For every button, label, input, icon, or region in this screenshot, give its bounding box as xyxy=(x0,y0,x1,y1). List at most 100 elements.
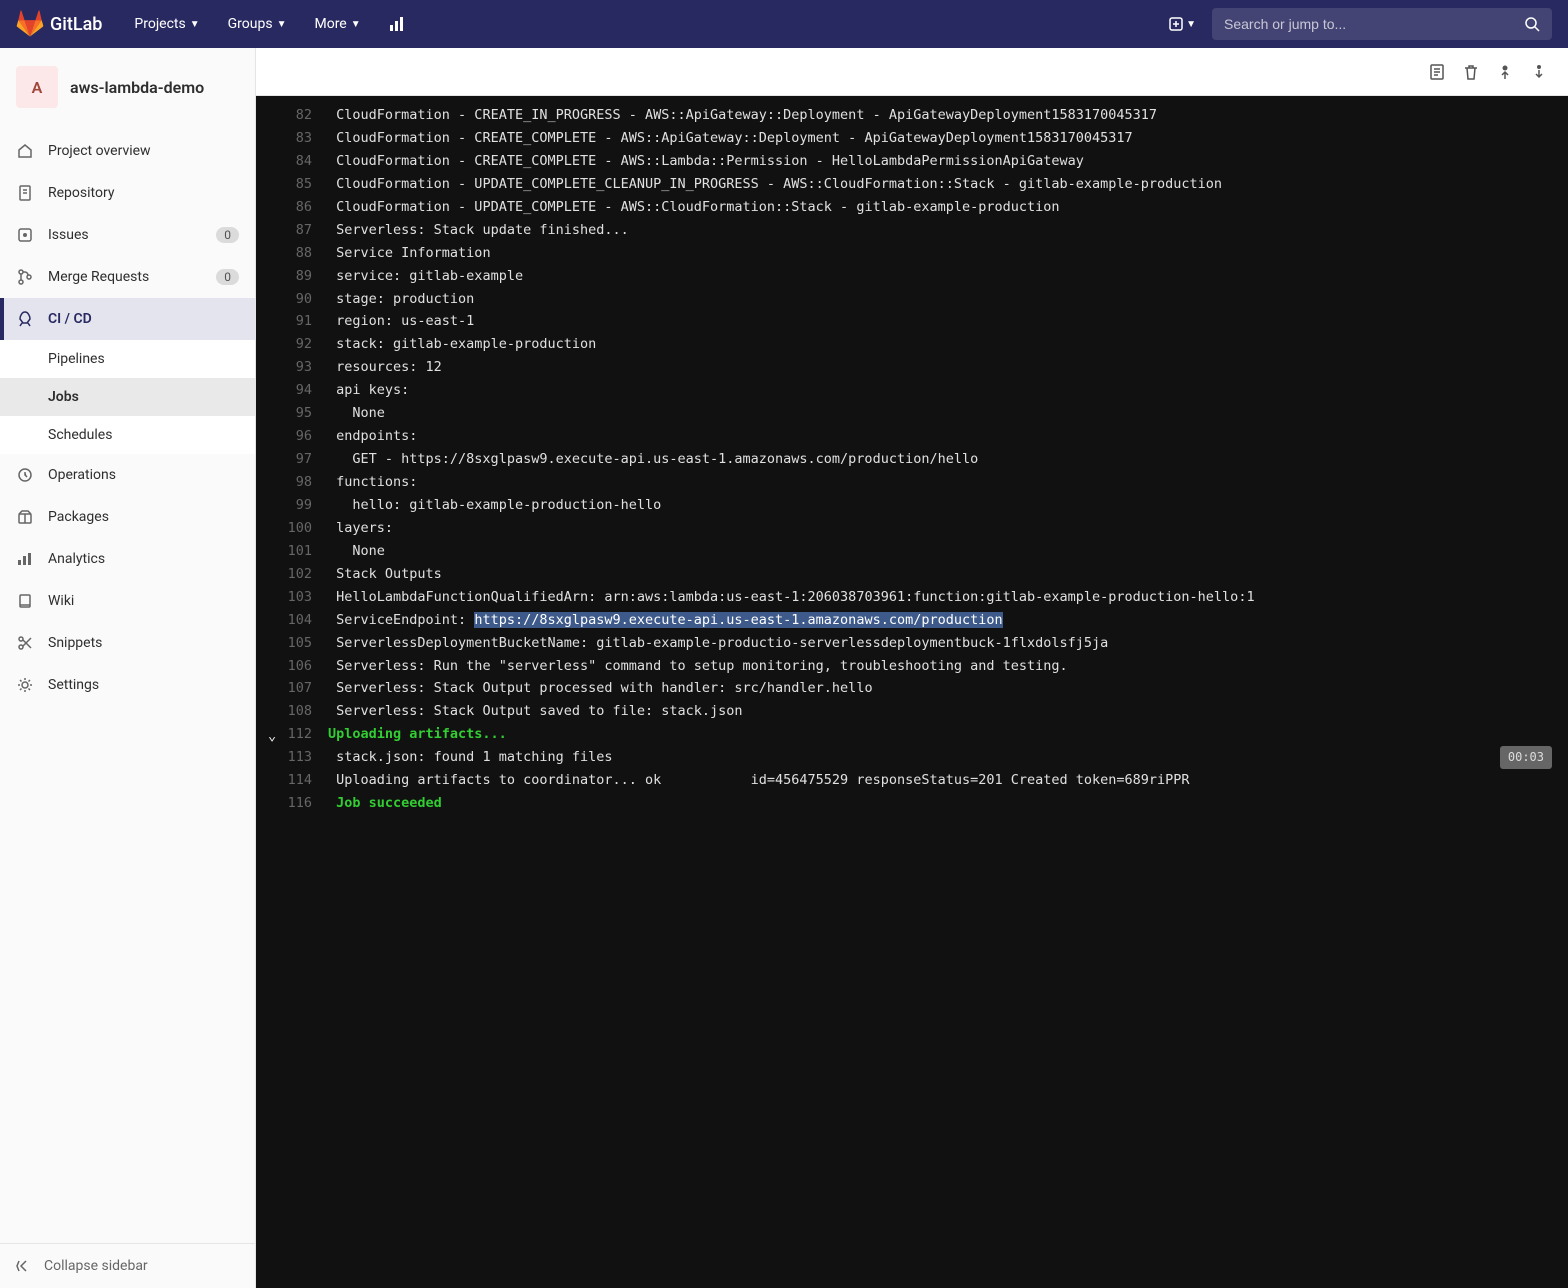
issues-icon xyxy=(16,226,34,244)
line-text: Service Information xyxy=(328,242,1552,265)
sidebar-item-analytics[interactable]: Analytics xyxy=(0,538,255,580)
line-text: CloudFormation - CREATE_COMPLETE - AWS::… xyxy=(328,127,1552,150)
submenu-item-jobs[interactable]: Jobs xyxy=(0,378,255,416)
book-icon xyxy=(16,592,34,610)
console-line: 88 Service Information xyxy=(256,242,1568,265)
line-text: resources: 12 xyxy=(328,356,1552,379)
raw-log-button[interactable] xyxy=(1428,63,1446,81)
line-number: 91 xyxy=(272,310,328,333)
line-number: 85 xyxy=(272,173,328,196)
line-number: 86 xyxy=(272,196,328,219)
line-text: stage: production xyxy=(328,288,1552,311)
submenu-item-pipelines[interactable]: Pipelines xyxy=(0,340,255,378)
nav-activity[interactable] xyxy=(377,8,417,40)
sidebar-item-settings[interactable]: Settings xyxy=(0,664,255,706)
console-line: 107 Serverless: Stack Output processed w… xyxy=(256,677,1568,700)
console-line: 86 CloudFormation - UPDATE_COMPLETE - AW… xyxy=(256,196,1568,219)
search-box[interactable] xyxy=(1212,8,1552,40)
new-menu-button[interactable]: ▼ xyxy=(1160,10,1204,38)
sidebar-item-repository[interactable]: Repository xyxy=(0,172,255,214)
line-number: 87 xyxy=(272,219,328,242)
highlighted-text: https://8sxglpasw9.execute-api.us-east-1… xyxy=(474,612,1002,628)
submenu-item-schedules[interactable]: Schedules xyxy=(0,416,255,454)
nav-groups[interactable]: Groups▼ xyxy=(216,8,299,40)
line-text: Serverless: Stack Output processed with … xyxy=(328,677,1552,700)
sidebar-item-label: Analytics xyxy=(48,551,239,567)
console-line: 100 layers: xyxy=(256,517,1568,540)
sidebar-item-label: Project overview xyxy=(48,143,239,159)
sidebar-item-merge-requests[interactable]: Merge Requests 0 xyxy=(0,256,255,298)
console-line: 98 functions: xyxy=(256,471,1568,494)
sidebar-item-label: Repository xyxy=(48,185,239,201)
line-number: 116 xyxy=(272,792,328,815)
chart-icon xyxy=(16,550,34,568)
job-console[interactable]: 82 CloudFormation - CREATE_IN_PROGRESS -… xyxy=(256,96,1568,1288)
line-number: 89 xyxy=(272,265,328,288)
line-text: stack: gitlab-example-production xyxy=(328,333,1552,356)
sidebar-item-packages[interactable]: Packages xyxy=(0,496,255,538)
console-line: 93 resources: 12 xyxy=(256,356,1568,379)
sidebar-item-ci-cd[interactable]: CI / CD xyxy=(0,298,255,340)
gear-icon xyxy=(16,676,34,694)
line-number: 114 xyxy=(272,769,328,792)
line-text: Uploading artifacts to coordinator... ok… xyxy=(328,769,1552,792)
line-text: Job succeeded xyxy=(328,792,1552,815)
line-number: 83 xyxy=(272,127,328,150)
snip-icon xyxy=(16,634,34,652)
console-line: 95 None xyxy=(256,402,1568,425)
sidebar-item-operations[interactable]: Operations xyxy=(0,454,255,496)
console-line: 104 ServiceEndpoint: https://8sxglpasw9.… xyxy=(256,609,1568,632)
count-badge: 0 xyxy=(216,269,239,285)
console-line: 116 Job succeeded xyxy=(256,792,1568,815)
console-line: 96 endpoints: xyxy=(256,425,1568,448)
console-line: 102 Stack Outputs xyxy=(256,563,1568,586)
line-number: 95 xyxy=(272,402,328,425)
console-line: 105 ServerlessDeploymentBucketName: gitl… xyxy=(256,632,1568,655)
line-number: 103 xyxy=(272,586,328,609)
sidebar-item-project-overview[interactable]: Project overview xyxy=(0,130,255,172)
console-line: 92 stack: gitlab-example-production xyxy=(256,333,1568,356)
search-input[interactable] xyxy=(1224,16,1524,32)
chevron-down-icon: ▼ xyxy=(190,19,200,30)
sidebar-item-snippets[interactable]: Snippets xyxy=(0,622,255,664)
line-number: 113 xyxy=(272,746,328,769)
line-text: CloudFormation - CREATE_IN_PROGRESS - AW… xyxy=(328,104,1552,127)
line-text: Serverless: Stack update finished... xyxy=(328,219,1552,242)
sidebar-item-label: CI / CD xyxy=(48,311,239,327)
chevron-down-icon[interactable]: ⌄ xyxy=(268,725,276,748)
erase-job-button[interactable] xyxy=(1462,63,1480,81)
line-number: 104 xyxy=(272,609,328,632)
project-header[interactable]: A aws-lambda-demo xyxy=(0,48,255,126)
console-line: 94 api keys: xyxy=(256,379,1568,402)
nav-more[interactable]: More▼ xyxy=(302,8,372,40)
gitlab-logo[interactable]: GitLab xyxy=(16,10,102,38)
scroll-top-button[interactable] xyxy=(1496,63,1514,81)
plus-icon xyxy=(1168,16,1184,32)
nav-projects[interactable]: Projects▼ xyxy=(122,8,211,40)
sidebar-item-wiki[interactable]: Wiki xyxy=(0,580,255,622)
line-text: functions: xyxy=(328,471,1552,494)
console-line: 114 Uploading artifacts to coordinator..… xyxy=(256,769,1568,792)
line-text: ServiceEndpoint: https://8sxglpasw9.exec… xyxy=(328,609,1552,632)
console-line: 89 service: gitlab-example xyxy=(256,265,1568,288)
line-number: 92 xyxy=(272,333,328,356)
line-text: Uploading artifacts... xyxy=(328,723,1552,746)
line-number: 108 xyxy=(272,700,328,723)
sidebar-item-label: Merge Requests xyxy=(48,269,202,285)
collapse-icon xyxy=(16,1258,32,1274)
line-number: 107 xyxy=(272,677,328,700)
merge-icon xyxy=(16,268,34,286)
console-line: 85 CloudFormation - UPDATE_COMPLETE_CLEA… xyxy=(256,173,1568,196)
scroll-bottom-button[interactable] xyxy=(1530,63,1548,81)
count-badge: 0 xyxy=(216,227,239,243)
console-line: 97 GET - https://8sxglpasw9.execute-api.… xyxy=(256,448,1568,471)
console-line: 84 CloudFormation - CREATE_COMPLETE - AW… xyxy=(256,150,1568,173)
line-number: 99 xyxy=(272,494,328,517)
collapse-sidebar-button[interactable]: Collapse sidebar xyxy=(0,1243,255,1288)
chevron-down-icon: ▼ xyxy=(351,19,361,30)
line-text: CloudFormation - CREATE_COMPLETE - AWS::… xyxy=(328,150,1552,173)
search-icon xyxy=(1524,16,1540,32)
line-number: 105 xyxy=(272,632,328,655)
sidebar-item-issues[interactable]: Issues0 xyxy=(0,214,255,256)
main-content: 82 CloudFormation - CREATE_IN_PROGRESS -… xyxy=(256,48,1568,1288)
